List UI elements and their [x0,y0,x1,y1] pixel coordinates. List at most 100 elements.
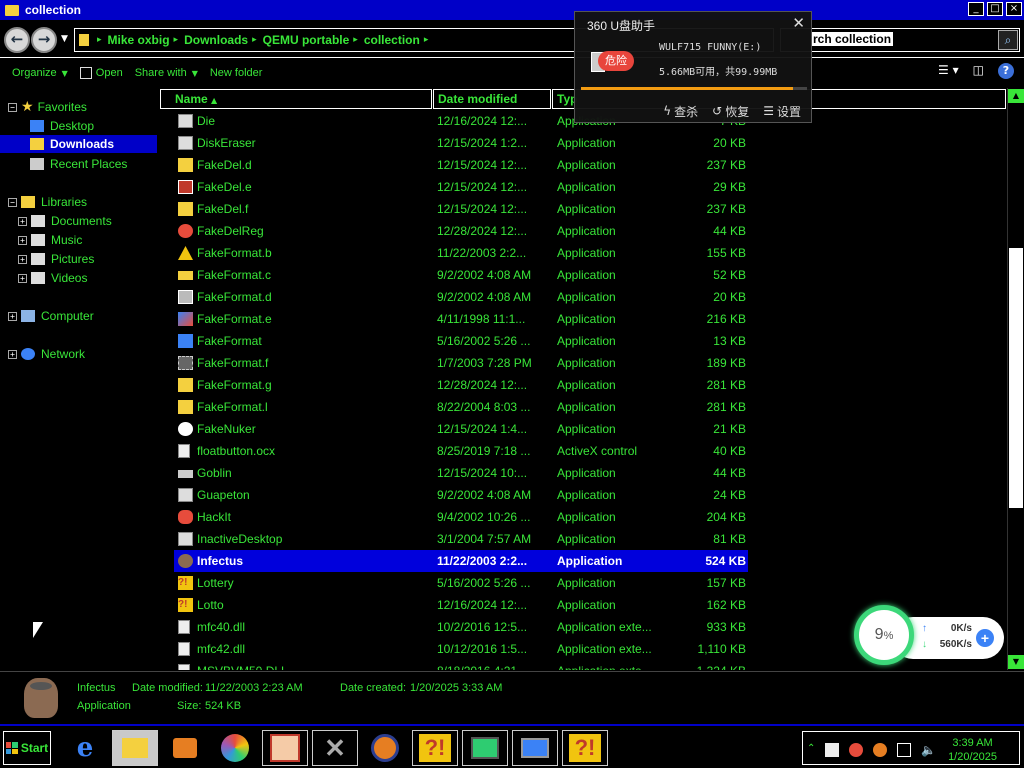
scroll-down-button[interactable]: ▼ [1008,655,1024,669]
file-row[interactable]: FakeFormat.l 8/22/2004 8:03 ... Applicatio… [174,396,748,418]
file-row[interactable]: DiskEraser 12/15/2024 1:2... Application 20… [174,132,748,154]
expand-icon[interactable]: + [18,235,27,245]
nav-favorites[interactable]: − ★ Favorites [8,98,87,116]
file-row[interactable]: FakeDel.d 12/15/2024 12:... Application 237… [174,154,748,176]
recent-pages-dropdown[interactable]: ▼ [61,34,68,44]
help-icon[interactable]: ? [998,63,1014,79]
file-row[interactable]: FakeDel.e 12/15/2024 12:... Application 29 … [174,176,748,198]
system-clock[interactable]: 3:39 AM 1/20/2025 [948,736,997,764]
expand-icon[interactable]: + [18,216,27,226]
nav-libraries[interactable]: − Libraries [8,193,87,211]
file-size: 157 KB [706,576,746,590]
question-app-icon-2[interactable]: ?! [562,730,608,766]
file-date-modified: 5/16/2002 5:26 ... [437,576,531,590]
file-row[interactable]: Guapeton 9/2/2002 4:08 AM Application 24 KB [174,484,748,506]
file-row[interactable]: HackIt 9/4/2002 10:26 ... Application 204 K… [174,506,748,528]
network-speed-widget[interactable]: 9% ↑ 0K/s ↓ 560K/s + [852,603,1006,667]
share-with-button[interactable]: Share with ▼ [135,67,198,79]
file-row[interactable]: FakeFormat.g 12/28/2024 12:... Application… [174,374,748,396]
nav-videos[interactable]: + Videos [18,269,87,287]
firefox-icon[interactable] [362,730,408,766]
scan-button[interactable]: ϟ 查杀 [663,100,698,122]
file-row[interactable]: FakeFormat.f 1/7/2003 7:28 PM Application 1… [174,352,748,374]
file-row[interactable]: FakeFormat.c 9/2/2002 4:08 AM Application 5… [174,264,748,286]
column-header-date-modified[interactable]: Date modified [433,89,551,109]
memory-usage-circle[interactable]: 9% [854,605,914,665]
file-row[interactable]: FakeFormat.d 9/2/2002 4:08 AM Application 2… [174,286,748,308]
nav-network[interactable]: + Network [8,345,85,363]
restore-button[interactable]: ↺ 恢复 [712,100,749,122]
popup-close-icon[interactable]: ✕ [792,14,805,32]
column-header-name[interactable]: Name ▲ [160,89,432,109]
network-tray-icon[interactable] [897,743,911,757]
media-player-icon[interactable] [162,730,208,766]
file-row[interactable]: FakeFormat 5/16/2002 5:26 ... Application 1… [174,330,748,352]
file-row[interactable]: ?! Lotto 12/16/2024 12:... Application 162 K… [174,594,748,616]
preview-pane-icon[interactable]: ◫ [973,63,984,79]
file-row[interactable]: FakeNuker 12/15/2024 1:4... Application 21 … [174,418,748,440]
nav-downloads[interactable]: Downloads [0,135,157,153]
question-app-icon[interactable]: ?! [412,730,458,766]
nav-documents[interactable]: + Documents [18,212,112,230]
nav-pictures[interactable]: + Pictures [18,250,94,268]
file-row[interactable]: FakeDel.f 12/15/2024 12:... Application 237… [174,198,748,220]
expand-icon[interactable]: + [18,254,27,264]
nav-computer[interactable]: + Computer [8,307,94,325]
breadcrumb-mike-oxbig[interactable]: Mike oxbig [108,33,170,47]
add-icon[interactable]: + [976,629,994,647]
file-row[interactable]: MSVBVM50.DLL 8/18/2016 4:21 ... Applicatio… [174,660,748,670]
file-explorer-icon[interactable] [112,730,158,766]
breadcrumb-collection[interactable]: collection [364,33,420,47]
new-folder-button[interactable]: New folder [210,67,263,79]
scroll-up-button[interactable]: ▲ [1008,89,1024,103]
file-row[interactable]: InactiveDesktop 3/1/2004 7:57 AM Applicati… [174,528,748,550]
search-input[interactable]: rch collection [811,32,894,46]
file-row[interactable]: floatbutton.ocx 8/25/2019 7:18 ... ActiveX… [174,440,748,462]
back-button[interactable]: ← [4,27,30,53]
show-hidden-icons[interactable]: ⌃ [807,743,821,757]
file-row[interactable]: FakeFormat.e 4/11/1998 11:1... Application… [174,308,748,330]
nav-music[interactable]: + Music [18,231,82,249]
expand-icon[interactable]: + [18,273,27,283]
settings-button[interactable]: ☰ 设置 [763,100,801,122]
media-center-icon[interactable] [212,730,258,766]
organize-button[interactable]: Organize ▼ [12,67,68,79]
file-name: FakeFormat.b [197,246,272,260]
cartoon-app-icon[interactable] [262,730,308,766]
file-row[interactable]: Infectus 11/22/2003 2:2... Application 524 … [174,550,748,572]
x-app-icon[interactable]: ✕ [312,730,358,766]
file-row[interactable]: FakeDelReg 12/28/2024 12:... Application 44… [174,220,748,242]
open-button[interactable]: Open [79,67,123,79]
vertical-scrollbar[interactable]: ▲ ▼ [1007,88,1024,670]
360-guard-icon[interactable] [873,743,887,757]
computer-app-icon[interactable] [512,730,558,766]
collapse-icon[interactable]: − [8,102,17,112]
nav-desktop[interactable]: Desktop [30,117,94,135]
close-button[interactable]: × [1006,2,1022,16]
file-row[interactable]: ?! Lottery 5/16/2002 5:26 ... Application 15… [174,572,748,594]
forward-button[interactable]: → [31,27,57,53]
action-center-flag-icon[interactable] [825,743,839,757]
file-row[interactable]: mfc42.dll 10/12/2016 1:5... Application ex… [174,638,748,660]
expand-icon[interactable]: + [8,349,17,359]
start-button[interactable]: Start [3,731,51,765]
file-row[interactable]: mfc40.dll 10/2/2016 12:5... Application ex… [174,616,748,638]
view-options-icon[interactable]: ☰ ▾ [938,63,959,79]
expand-icon[interactable]: + [8,311,17,321]
file-type: Application [557,312,616,326]
breadcrumb-downloads[interactable]: Downloads [184,33,248,47]
search-icon[interactable]: ⌕ [998,30,1018,50]
monitor-app-icon[interactable] [462,730,508,766]
volume-muted-icon[interactable]: 🔈 [921,743,936,757]
360-security-icon[interactable] [849,743,863,757]
file-row[interactable]: Goblin 12/15/2024 10:... Application 44 KB [174,462,748,484]
file-row[interactable]: FakeFormat.b 11/22/2003 2:2... Application… [174,242,748,264]
collapse-icon[interactable]: − [8,197,17,207]
nav-recent-places[interactable]: Recent Places [30,155,127,173]
scroll-thumb[interactable] [1009,248,1023,508]
minimize-button[interactable]: _ [968,2,984,16]
internet-explorer-icon[interactable]: e [62,730,108,766]
breadcrumb-qemu-portable[interactable]: QEMU portable [263,33,350,47]
search-box[interactable]: rch collection ⌕ [780,28,1020,52]
maximize-button[interactable]: □ [987,2,1003,16]
